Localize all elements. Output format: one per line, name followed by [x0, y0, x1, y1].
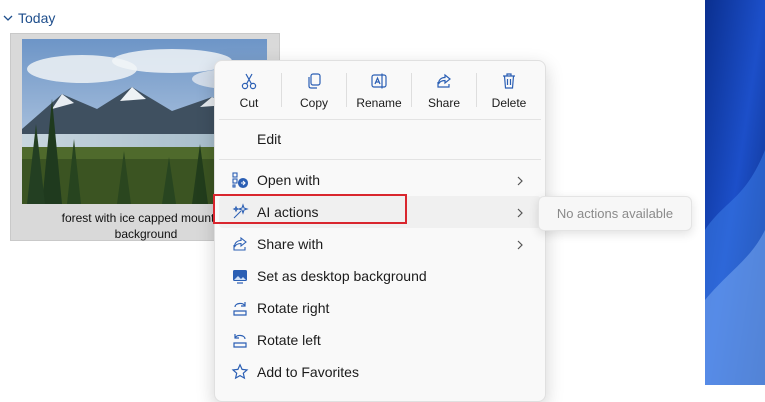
- group-header-today[interactable]: Today: [2, 8, 55, 28]
- share-with-menu-item[interactable]: Share with: [219, 228, 541, 260]
- sparkle-icon: [231, 203, 249, 221]
- rename-icon: [370, 72, 388, 90]
- menu-divider: [219, 119, 541, 120]
- no-actions-message: No actions available: [556, 206, 674, 221]
- share-button[interactable]: Share: [412, 61, 476, 119]
- desktop-wallpaper: [705, 0, 765, 385]
- set-desktop-background-menu-item[interactable]: Set as desktop background: [219, 260, 541, 292]
- copy-button[interactable]: Copy: [282, 61, 346, 119]
- rename-button[interactable]: Rename: [347, 61, 411, 119]
- add-to-favorites-menu-item[interactable]: Add to Favorites: [219, 356, 541, 388]
- copy-icon: [305, 72, 323, 90]
- cut-button[interactable]: Cut: [217, 61, 281, 119]
- chevron-down-icon: [2, 12, 14, 24]
- rotate-right-menu-item[interactable]: Rotate right: [219, 292, 541, 324]
- context-menu: Cut Copy Rename Share Delete Edit Open w…: [214, 60, 546, 402]
- scissors-icon: [240, 72, 258, 90]
- menu-divider: [219, 159, 541, 160]
- desktop-background-icon: [231, 267, 249, 285]
- rotate-left-icon: [231, 331, 249, 349]
- ai-actions-menu-item[interactable]: AI actions: [219, 196, 541, 228]
- rotate-right-icon: [231, 299, 249, 317]
- group-label: Today: [18, 10, 56, 26]
- share-with-icon: [231, 235, 249, 253]
- delete-button[interactable]: Delete: [477, 61, 541, 119]
- star-icon: [231, 363, 249, 381]
- open-with-icon: [231, 171, 249, 189]
- trash-icon: [500, 72, 518, 90]
- ai-actions-submenu: No actions available: [538, 196, 692, 231]
- edit-menu-item[interactable]: Edit: [219, 123, 541, 155]
- share-icon: [435, 72, 453, 90]
- chevron-right-icon: [515, 238, 525, 254]
- quick-actions-bar: Cut Copy Rename Share Delete: [215, 61, 547, 119]
- chevron-right-icon: [515, 206, 525, 222]
- chevron-right-icon: [515, 174, 525, 190]
- rotate-left-menu-item[interactable]: Rotate left: [219, 324, 541, 356]
- open-with-menu-item[interactable]: Open with: [219, 164, 541, 196]
